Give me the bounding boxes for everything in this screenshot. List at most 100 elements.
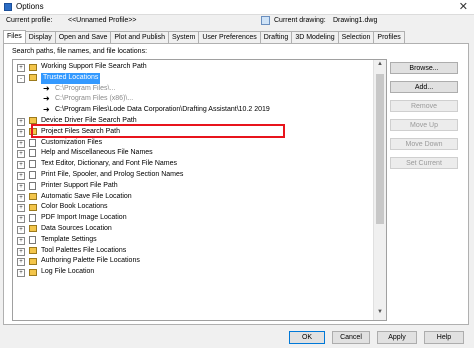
expand-icon[interactable]: + [17, 150, 25, 159]
tree-row[interactable]: + Printer Support File Path [13, 181, 374, 192]
tree-row[interactable]: + Template Settings [13, 235, 374, 246]
expand-icon[interactable]: + [17, 225, 25, 234]
tab-system[interactable]: System [167, 31, 200, 43]
tree-item-label: Authoring Palette File Locations [41, 257, 140, 265]
tab-user-preferences[interactable]: User Preferences [198, 31, 261, 43]
tree-row[interactable]: + Print File, Spooler, and Prolog Section… [13, 170, 374, 181]
scroll-up-icon[interactable]: ▲ [374, 61, 386, 71]
scroll-thumb[interactable] [376, 74, 384, 224]
tree-row[interactable]: + Working Support File Search Path [13, 62, 374, 73]
document-icon [29, 214, 36, 223]
panel-label: Search paths, file names, and file locat… [12, 48, 148, 55]
tree-child-row[interactable]: ➜ C:\Program Files\... [13, 84, 374, 95]
help-button[interactable]: Help [424, 331, 464, 344]
expand-icon[interactable]: + [17, 128, 25, 137]
tree-item-label: PDF Import Image Location [41, 214, 127, 222]
expand-icon[interactable]: + [17, 139, 25, 148]
folder-icon [29, 225, 37, 233]
folder-icon [29, 74, 37, 82]
tree-row[interactable]: - Trusted Locations [13, 72, 374, 84]
tree-row[interactable]: + Log File Location [13, 267, 374, 278]
remove-button[interactable]: Remove [390, 100, 458, 112]
tree-child-row[interactable]: ➜ C:\Program Files (x86)\... [13, 94, 374, 105]
tree-item-label: Data Sources Location [41, 224, 112, 232]
tree-item-label: Working Support File Search Path [41, 63, 147, 70]
expand-icon[interactable]: + [17, 193, 25, 202]
tree-child-label: C:\Program Files (x86)\... [55, 95, 134, 103]
expand-icon[interactable]: + [17, 171, 25, 180]
title-bar: Options ✕ [0, 0, 474, 15]
document-icon [29, 149, 36, 158]
tree-child-row[interactable]: ➜ C:\Program Files\Lode Data Corporation\… [13, 105, 374, 116]
tree-row[interactable]: + Authoring Palette File Locations [13, 256, 374, 267]
tree-row[interactable]: + Color Book Locations [13, 202, 374, 213]
tree-item-label: Trusted Locations [41, 72, 101, 84]
path-arrow-icon: ➜ [43, 83, 50, 93]
scroll-down-icon[interactable]: ▼ [374, 309, 386, 319]
expand-icon[interactable]: + [17, 204, 25, 213]
expand-icon[interactable]: + [17, 258, 25, 267]
tab-open-and-save[interactable]: Open and Save [54, 31, 112, 43]
tab-selection[interactable]: Selection [337, 31, 375, 43]
tab-files[interactable]: Files [3, 30, 26, 43]
tab-profiles[interactable]: Profiles [373, 31, 405, 43]
current-profile-value: <<Unnamed Profile>> [68, 17, 137, 24]
tab-drafting[interactable]: Drafting [259, 31, 293, 43]
expand-icon[interactable]: + [17, 117, 25, 126]
tree-row[interactable]: + Project Files Search Path [13, 127, 374, 138]
expand-icon[interactable]: + [17, 64, 25, 72]
tree-row[interactable]: + Tool Palettes File Locations [13, 246, 374, 257]
folder-icon [29, 117, 37, 125]
browse-button[interactable]: Browse... [390, 62, 458, 74]
tree-row[interactable]: + Text Editor, Dictionary, and Font File … [13, 159, 374, 170]
file-location-tree[interactable]: + Working Support File Search Path - Truste… [12, 59, 387, 321]
document-icon [29, 160, 36, 169]
drawing-icon [261, 16, 270, 25]
move-down-button[interactable]: Move Down [390, 138, 458, 150]
expand-icon[interactable]: + [17, 269, 25, 278]
tab-strip: Files Display Open and Save Plot and Pub… [3, 30, 405, 43]
folder-icon [29, 128, 37, 136]
tree-row[interactable]: + Automatic Save File Location [13, 192, 374, 203]
folder-icon [29, 257, 37, 265]
ok-button[interactable]: OK [289, 331, 325, 344]
vertical-scrollbar[interactable]: ▲ ▼ [373, 60, 386, 320]
path-arrow-icon: ➜ [43, 94, 50, 104]
current-drawing-label: Current drawing: [274, 17, 326, 24]
tree-row[interactable]: + Customization Files [13, 138, 374, 149]
app-icon [4, 3, 12, 11]
expand-icon[interactable]: + [17, 236, 25, 245]
tree-row[interactable]: + Help and Miscellaneous File Names [13, 148, 374, 159]
set-current-button[interactable]: Set Current [390, 157, 458, 169]
document-icon [29, 181, 36, 190]
cancel-button[interactable]: Cancel [332, 331, 370, 344]
expand-icon[interactable]: + [17, 215, 25, 224]
tree-item-label: Automatic Save File Location [41, 192, 132, 200]
move-up-button[interactable]: Move Up [390, 119, 458, 131]
tree-row[interactable]: + PDF Import Image Location [13, 213, 374, 224]
close-icon[interactable]: ✕ [459, 0, 468, 13]
expand-icon[interactable]: + [17, 182, 25, 191]
add-button[interactable]: Add... [390, 81, 458, 93]
tree-row[interactable]: + Device Driver File Search Path [13, 116, 374, 127]
tab-3d-modeling[interactable]: 3D Modeling [291, 31, 339, 43]
files-panel: Search paths, file names, and file locat… [3, 43, 469, 325]
collapse-icon[interactable]: - [17, 74, 25, 83]
tree-item-label: Template Settings [41, 235, 97, 243]
tree-item-label: Printer Support File Path [41, 181, 118, 189]
document-icon [29, 138, 36, 147]
expand-icon[interactable]: + [17, 247, 25, 256]
tree-items: + Working Support File Search Path - Truste… [13, 62, 374, 278]
tree-child-label: C:\Program Files\... [55, 84, 116, 92]
tree-row[interactable]: + Data Sources Location [13, 224, 374, 235]
folder-icon [29, 63, 37, 71]
tree-item-label: Text Editor, Dictionary, and Font File N… [41, 160, 178, 168]
current-profile-label: Current profile: [6, 17, 53, 24]
tab-plot-and-publish[interactable]: Plot and Publish [110, 31, 169, 43]
tab-display[interactable]: Display [24, 31, 56, 43]
expand-icon[interactable]: + [17, 161, 25, 170]
apply-button[interactable]: Apply [377, 331, 417, 344]
tree-item-label: Help and Miscellaneous File Names [41, 149, 153, 157]
tree-item-label: Log File Location [41, 268, 95, 276]
folder-icon [29, 203, 37, 211]
